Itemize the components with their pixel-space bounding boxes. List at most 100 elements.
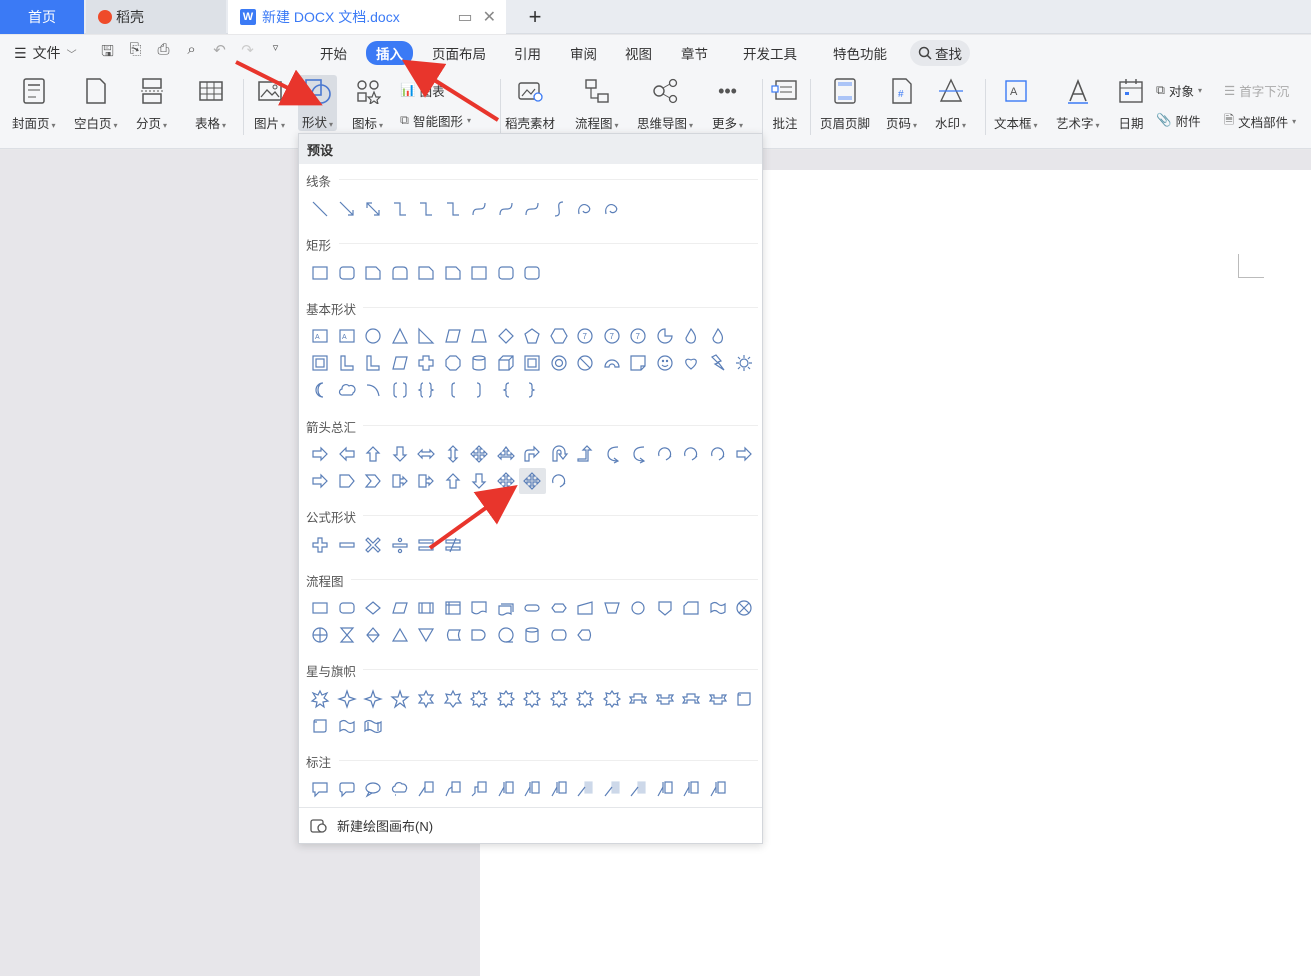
shape-equal-icon[interactable] (413, 532, 440, 558)
shape-rect-icon[interactable] (307, 260, 334, 286)
shape-starN-icon[interactable] (599, 686, 626, 712)
shape-circle-icon[interactable] (360, 323, 387, 349)
shape-fstor-icon[interactable] (440, 622, 467, 648)
shape-starN-icon[interactable] (572, 686, 599, 712)
new-tab-button[interactable]: + (520, 0, 550, 34)
shape-diamond-icon[interactable] (493, 323, 520, 349)
shape-divide-icon[interactable] (387, 532, 414, 558)
shape-octagon-icon[interactable] (440, 350, 467, 376)
file-menu[interactable]: ☰ 文件 ﹀ (14, 43, 77, 63)
shape-snip-icon[interactable] (440, 260, 467, 286)
shape-lshape-icon[interactable] (360, 350, 387, 376)
shape-tear-icon[interactable] (705, 323, 732, 349)
shape-ribbon-icon[interactable] (678, 686, 705, 712)
material-button[interactable]: 稻壳素材 (505, 75, 555, 132)
shape-star6-icon[interactable] (413, 686, 440, 712)
shape-quad-icon[interactable] (466, 441, 493, 467)
shape-uturn-icon[interactable] (546, 441, 573, 467)
shape-sun-icon[interactable] (731, 350, 758, 376)
shape-braces-icon[interactable] (413, 377, 440, 403)
shape-foff-icon[interactable] (652, 595, 679, 621)
shape-rarrow-icon[interactable] (307, 441, 334, 467)
shape-pentarr-icon[interactable] (334, 468, 361, 494)
shape-bolt-icon[interactable] (705, 350, 732, 376)
shape-rrect-icon[interactable] (493, 260, 520, 286)
shape-cbar-icon[interactable] (678, 776, 705, 802)
shape-pie-icon[interactable] (652, 323, 679, 349)
shape-falt-icon[interactable] (334, 595, 361, 621)
shape-cline3-icon[interactable] (466, 776, 493, 802)
shape-rtri-icon[interactable] (413, 323, 440, 349)
shape-burst-icon[interactable] (307, 686, 334, 712)
tab-page-layout[interactable]: 页面布局 (432, 43, 486, 63)
tab-features[interactable]: 特色功能 (833, 43, 887, 63)
shape-udarrow-icon[interactable] (440, 441, 467, 467)
shape-fsort-icon[interactable] (360, 622, 387, 648)
shape-smile-icon[interactable] (652, 350, 679, 376)
shape-arc-icon[interactable] (599, 350, 626, 376)
shape-scurve-icon[interactable] (546, 196, 573, 222)
print-preview-icon[interactable]: ⌕ (183, 41, 201, 66)
shape-rarrow-icon[interactable] (307, 468, 334, 494)
shape-fproc-icon[interactable] (307, 595, 334, 621)
shape-darrow-icon[interactable] (466, 468, 493, 494)
shape-curve-icon[interactable] (519, 196, 546, 222)
shape-textbox-icon[interactable]: A (334, 323, 361, 349)
shape-tear-icon[interactable] (678, 323, 705, 349)
shape-star5-icon[interactable] (387, 686, 414, 712)
shape-fman-icon[interactable] (572, 595, 599, 621)
tab-document[interactable]: W 新建 DOCX 文档.docx ▭ ✕ (228, 0, 506, 34)
shape-nosign-icon[interactable] (572, 350, 599, 376)
shape-fsum-icon[interactable] (731, 595, 758, 621)
shape-frame-icon[interactable] (307, 350, 334, 376)
shape-dwave-icon[interactable] (360, 713, 387, 739)
shape-cbar-icon[interactable] (652, 776, 679, 802)
pin-icon[interactable]: ▭ (457, 7, 472, 27)
textbox-button[interactable]: A 文本框 ▾ (994, 75, 1038, 132)
shape-fdisp-icon[interactable] (572, 622, 599, 648)
wordart-button[interactable]: 艺术字 ▾ (1056, 75, 1100, 132)
shape-for-icon[interactable] (307, 622, 334, 648)
shape-lbrace-icon[interactable] (493, 377, 520, 403)
shape-fdec-icon[interactable] (360, 595, 387, 621)
docparts-button[interactable]: 🗎 文档部件 ▾ (1224, 111, 1296, 132)
shape-para-icon[interactable] (387, 350, 414, 376)
shape-starN-icon[interactable] (546, 686, 573, 712)
shape-cbar-icon[interactable] (493, 776, 520, 802)
shape-lbracket-icon[interactable] (440, 377, 467, 403)
shape-starN-icon[interactable] (519, 686, 546, 712)
tab-daoke[interactable]: 稻壳 (86, 0, 226, 34)
dropcap-button[interactable]: ☰ 首字下沉 (1224, 81, 1289, 100)
shape-cacc-icon[interactable] (625, 776, 652, 802)
shape-ribbon2-icon[interactable] (652, 686, 679, 712)
shape-textbox-icon[interactable]: A (307, 323, 334, 349)
shape-arrowline-icon[interactable] (334, 196, 361, 222)
shape-line-icon[interactable] (307, 196, 334, 222)
header-footer-button[interactable]: 页眉页脚 (820, 75, 870, 132)
smartart-button[interactable]: ⧉ 智能图形 ▾ (400, 111, 471, 130)
shape-fterm-icon[interactable] (519, 595, 546, 621)
shape-cacc-icon[interactable] (599, 776, 626, 802)
shape-cline2-icon[interactable] (440, 776, 467, 802)
shape-dblarrow-icon[interactable] (360, 196, 387, 222)
shape-ribbon2-icon[interactable] (705, 686, 732, 712)
shape-para-icon[interactable] (440, 323, 467, 349)
tab-chapter[interactable]: 章节 (681, 43, 708, 63)
shape-curve-icon[interactable] (493, 196, 520, 222)
cover-page-button[interactable]: 封面页 ▾ (12, 75, 56, 132)
shape-wave-icon[interactable] (334, 713, 361, 739)
mindmap-button[interactable]: 思维导图 ▾ (637, 75, 693, 132)
shape-moon-icon[interactable] (307, 377, 334, 403)
shape-rbracket-icon[interactable] (466, 377, 493, 403)
shape-scroll-icon[interactable] (731, 686, 758, 712)
shape-heart-icon[interactable] (678, 350, 705, 376)
shape-pentagon-icon[interactable] (519, 323, 546, 349)
shape-circ-icon[interactable] (546, 468, 573, 494)
search-button[interactable]: 查找 (910, 40, 970, 66)
shape-elbow-icon[interactable] (413, 196, 440, 222)
more-button[interactable]: ••• 更多 ▾ (712, 75, 743, 132)
shape-fint-icon[interactable] (440, 595, 467, 621)
tab-developer[interactable]: 开发工具 (743, 43, 797, 63)
shape-fmerge-icon[interactable] (413, 622, 440, 648)
shape-fold-icon[interactable] (625, 350, 652, 376)
